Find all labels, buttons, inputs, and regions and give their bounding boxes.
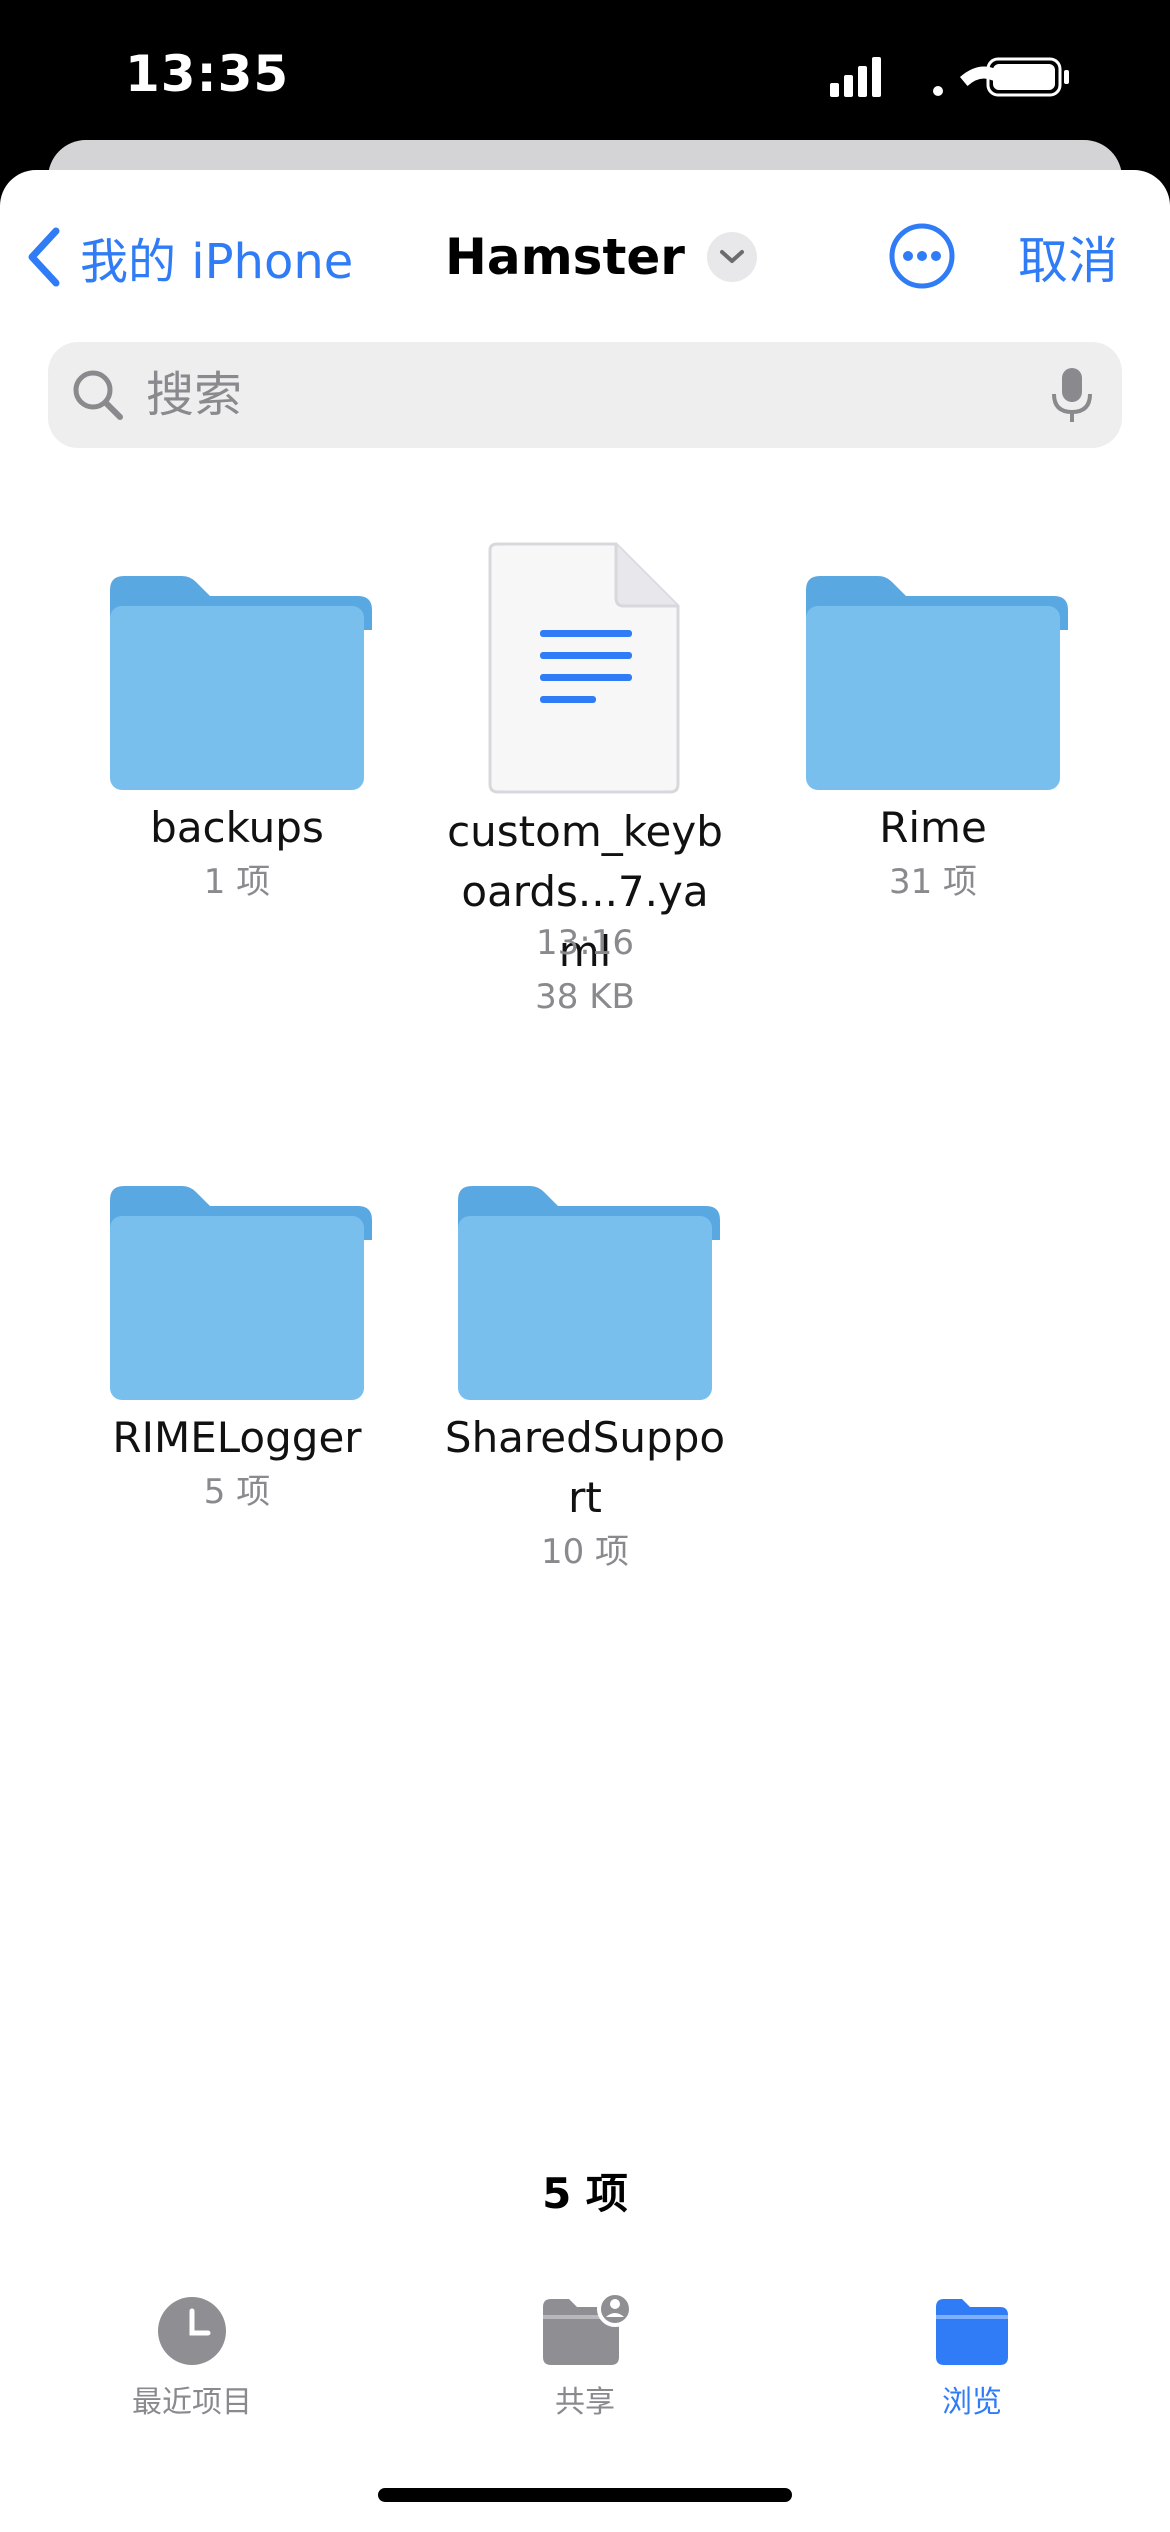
chevron-down-icon xyxy=(706,232,757,282)
status-icons xyxy=(830,55,1090,99)
search-icon xyxy=(73,370,123,420)
item-name: Rime xyxy=(879,803,987,852)
tab-browse[interactable]: 浏览 xyxy=(872,2295,1072,2421)
tab-label: 浏览 xyxy=(942,2385,1002,2420)
tab-recents[interactable]: 最近项目 xyxy=(92,2295,292,2421)
more-options-button[interactable] xyxy=(888,222,956,290)
item-name: SharedSupport xyxy=(444,1413,726,1522)
page-title: Hamster xyxy=(445,228,685,286)
back-button[interactable]: 我的 iPhone xyxy=(26,222,353,292)
tab-label: 最近项目 xyxy=(132,2385,252,2420)
cellular-signal-icon xyxy=(830,57,881,97)
item-total-count: 5 项 xyxy=(542,2169,628,2218)
folder-item-rimelogger[interactable]: RIMELogger 5 项 xyxy=(72,1180,402,1512)
status-bar: 13:35 xyxy=(0,0,1170,150)
status-time: 13:35 xyxy=(125,45,290,103)
shared-folder-icon xyxy=(543,2295,633,2365)
folder-icon xyxy=(110,576,372,790)
home-indicator[interactable] xyxy=(378,2488,792,2502)
item-count: 1 项 xyxy=(203,862,271,902)
folder-icon xyxy=(806,576,1068,790)
folder-icon xyxy=(458,1186,720,1400)
item-file-size: 38 KB xyxy=(535,977,635,1017)
title-menu[interactable]: Hamster xyxy=(445,222,757,292)
item-count: 5 项 xyxy=(203,1472,271,1512)
microphone-icon xyxy=(1052,368,1092,422)
item-modified-time: 13:16 xyxy=(536,923,634,963)
tab-shared[interactable]: 共享 xyxy=(485,2295,685,2421)
file-item-custom-keyboards[interactable]: custom_keyboards...7.yaml 13:16 38 KB xyxy=(420,540,750,1020)
battery-icon xyxy=(986,57,1069,97)
back-label: 我的 iPhone xyxy=(80,234,354,290)
tab-label: 共享 xyxy=(555,2385,615,2420)
item-name: RIMELogger xyxy=(112,1413,362,1462)
item-count: 10 项 xyxy=(540,1532,630,1572)
item-count: 31 项 xyxy=(888,862,978,902)
folder-item-sharedsupport[interactable]: SharedSupport 10 项 xyxy=(420,1180,750,1572)
ellipsis-circle-icon xyxy=(889,223,955,289)
item-name: backups xyxy=(150,803,324,852)
search-bar[interactable] xyxy=(48,342,1122,448)
folder-item-backups[interactable]: backups 1 项 xyxy=(72,570,402,902)
document-icon xyxy=(488,542,680,794)
chevron-left-icon xyxy=(28,227,60,287)
search-input[interactable] xyxy=(144,366,994,424)
file-browser-sheet: 我的 iPhone Hamster 取消 搜索 backups 1 项 cust… xyxy=(0,170,1170,2532)
folder-icon xyxy=(936,2299,1008,2365)
clock-icon xyxy=(158,2297,226,2365)
cancel-button[interactable]: 取消 xyxy=(1018,222,1118,292)
folder-icon xyxy=(110,1186,372,1400)
folder-item-rime[interactable]: Rime 31 项 xyxy=(768,570,1098,902)
